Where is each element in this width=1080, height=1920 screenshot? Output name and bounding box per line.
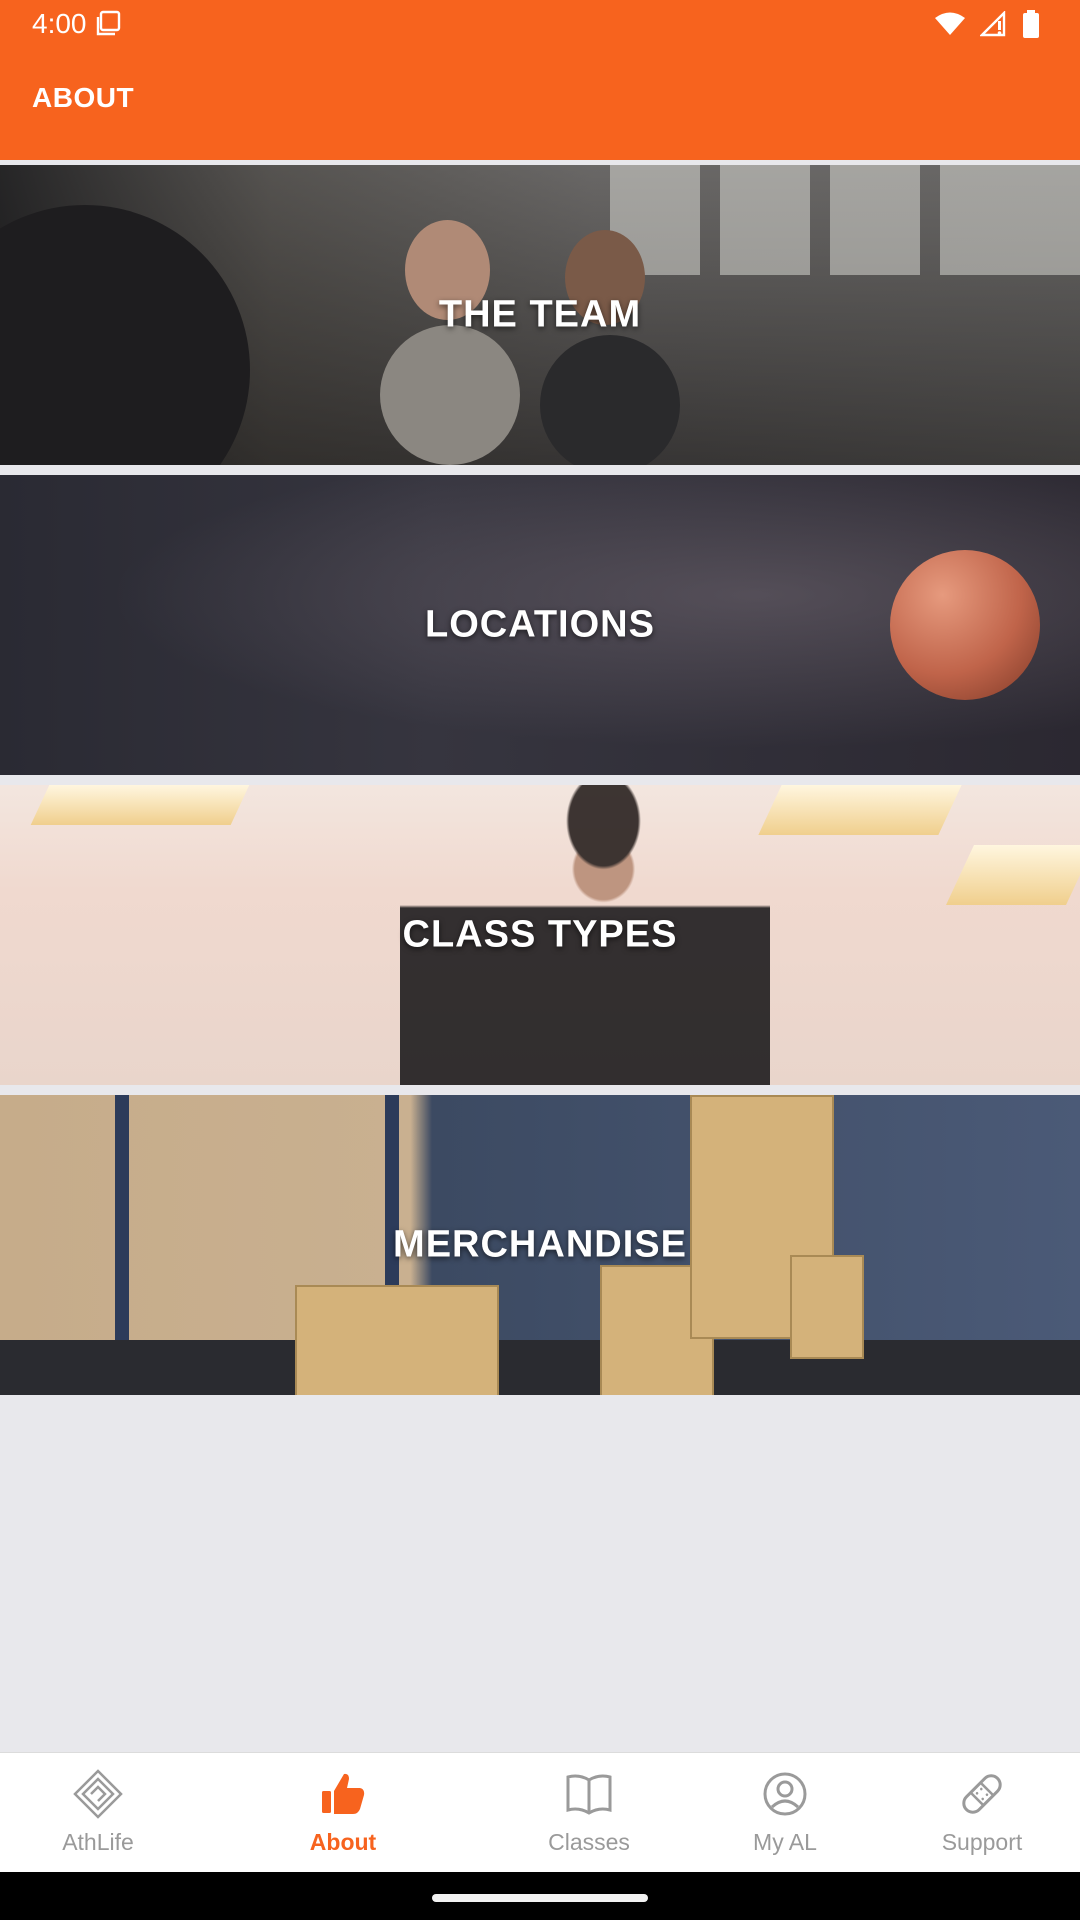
nav-label-about: About — [309, 1829, 377, 1855]
nav-item-athlife[interactable]: AthLife — [38, 1753, 158, 1873]
account-circle-icon — [758, 1767, 812, 1821]
status-time: 4:00 — [32, 8, 87, 39]
cell-signal-icon — [980, 11, 1006, 37]
nav-label-my-al: My AL — [753, 1829, 817, 1855]
screenshot-notification-icon — [96, 10, 121, 36]
app-bar: 4:00 ABOUT — [0, 0, 1080, 160]
locations-card-label: LOCATIONS — [425, 603, 655, 646]
bottom-navigation: AthLife About Classes My AL Support — [0, 1752, 1080, 1873]
about-screen: 4:00 ABOUT THE TEAM LOCATIONS CLASS TYPE… — [0, 0, 1080, 1920]
nav-label-support: Support — [941, 1829, 1023, 1855]
nav-item-support[interactable]: Support — [922, 1753, 1042, 1873]
home-gesture-handle[interactable] — [432, 1894, 648, 1902]
merchandise-card[interactable]: MERCHANDISE — [0, 1095, 1080, 1395]
nav-label-classes: Classes — [548, 1829, 630, 1855]
page-title: ABOUT — [32, 82, 135, 113]
battery-icon — [1023, 10, 1039, 38]
thumbs-up-icon — [316, 1767, 370, 1821]
locations-card[interactable]: LOCATIONS — [0, 475, 1080, 775]
nav-item-about[interactable]: About — [283, 1753, 403, 1873]
bandage-icon — [955, 1767, 1009, 1821]
about-card-list: THE TEAM LOCATIONS CLASS TYPES MERCHANDI… — [0, 165, 1080, 1405]
class-types-card[interactable]: CLASS TYPES — [0, 785, 1080, 1085]
class-types-card-label: CLASS TYPES — [402, 913, 678, 956]
team-card-label: THE TEAM — [438, 293, 642, 336]
merchandise-card-label: MERCHANDISE — [393, 1223, 687, 1266]
nav-item-classes[interactable]: Classes — [529, 1753, 649, 1873]
book-icon — [562, 1767, 616, 1821]
nav-item-my-al[interactable]: My AL — [725, 1753, 845, 1873]
wifi-icon — [935, 12, 965, 35]
team-card[interactable]: THE TEAM — [0, 165, 1080, 465]
system-navigation-bar — [0, 1872, 1080, 1920]
nav-label-athlife: AthLife — [62, 1829, 134, 1855]
status-icons — [934, 10, 1040, 38]
athlife-logo-icon — [71, 1767, 125, 1821]
